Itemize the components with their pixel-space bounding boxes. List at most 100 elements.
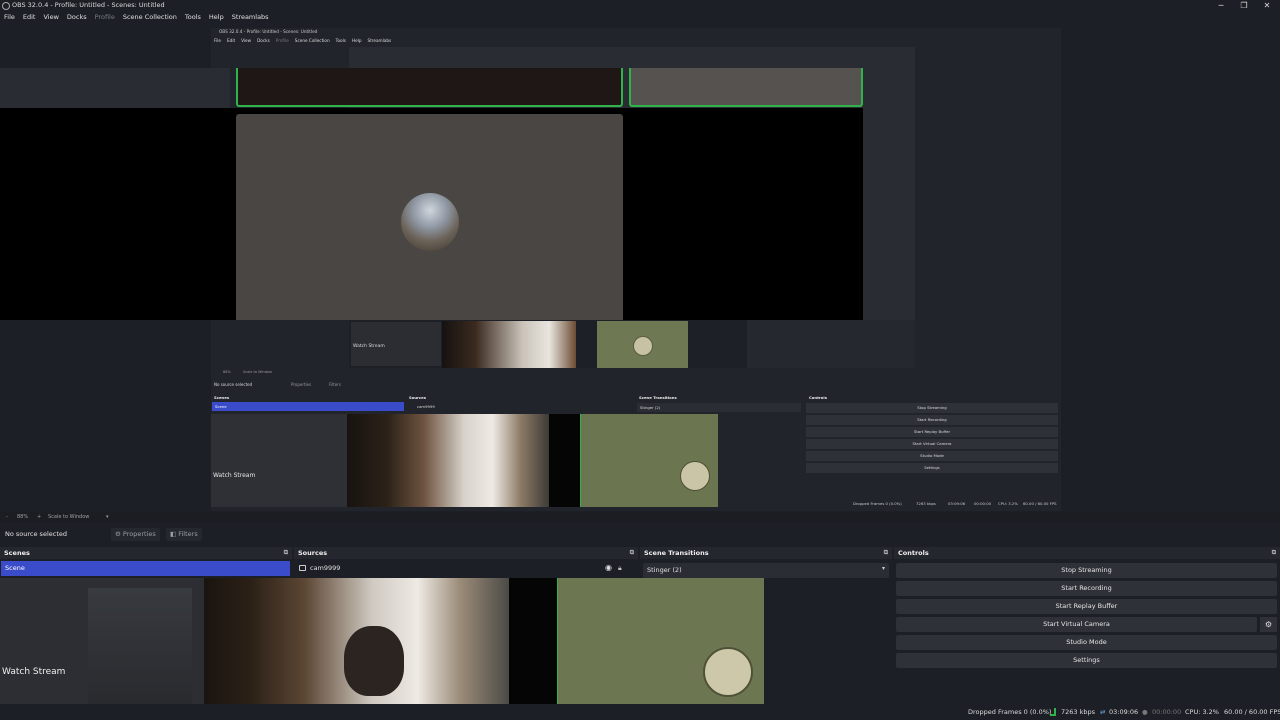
nested-cpu: CPU: 3.2% — [998, 501, 1018, 506]
fps: 60.00 / 60.00 FPS — [1224, 708, 1280, 716]
menu-file[interactable]: File — [0, 12, 19, 24]
undock-icon[interactable]: ⧉ — [630, 549, 634, 557]
zoom-in-button[interactable]: + — [37, 514, 41, 520]
preview-left-strip — [0, 68, 230, 108]
transitions-body — [764, 578, 894, 704]
undock-icon[interactable]: ⧉ — [884, 549, 888, 557]
minimize-button[interactable]: ─ — [1210, 0, 1232, 11]
nested-watch-stream-panel: Watch Stream — [211, 414, 347, 507]
nested-side-panel — [863, 280, 915, 320]
nested-watch-stream: Watch Stream — [351, 322, 441, 366]
scale-mode-dropdown[interactable]: Scale to Window — [48, 514, 89, 520]
visibility-eye-icon[interactable]: ◉ — [605, 563, 612, 572]
profile-avatar-circle — [401, 193, 459, 251]
nested-zoom-bar: 88% Scale to Window — [211, 368, 1061, 378]
properties-button[interactable]: ⚙ Properties — [111, 528, 160, 541]
nested-seal-logo-large — [680, 461, 710, 491]
status-bar: Dropped Frames 0 (0.0%) 7263 kbps ⇄ 03:0… — [0, 704, 1280, 720]
nested-watch-stream-overlay: Watch Stream — [213, 472, 256, 479]
nested-status-bar: Dropped Frames 0 (0.0%) 7263 kbps 03:09:… — [806, 500, 1061, 508]
undock-icon[interactable]: ⧉ — [284, 549, 288, 557]
transition-select[interactable]: Stinger (2) ▾ — [643, 563, 889, 578]
start-virtual-camera-button[interactable]: Start Virtual Camera — [896, 617, 1257, 632]
gear-icon: ⚙ — [115, 530, 123, 538]
menu-streamlabs[interactable]: Streamlabs — [228, 12, 273, 24]
chevron-down-icon: ▾ — [881, 565, 885, 572]
menu-view[interactable]: View — [39, 12, 62, 24]
dropped-frames: Dropped Frames 0 (0.0%) — [968, 708, 1052, 716]
nested-black-gap — [549, 414, 580, 507]
menu-profile[interactable]: Profile — [91, 12, 119, 24]
gear-icon[interactable]: ⚙ — [1260, 617, 1277, 632]
scene-list-item[interactable]: Scene — [1, 561, 290, 576]
nested-source-item: cam9999 — [407, 402, 633, 411]
nested-transition-pad — [718, 414, 806, 507]
nested-menu-file: File — [214, 38, 222, 43]
zoom-bar: - 88% + Scale to Window ▾ — [0, 512, 1280, 522]
start-recording-button[interactable]: Start Recording — [896, 581, 1277, 596]
menu-bar: File Edit View Docks Profile Scene Colle… — [0, 12, 1280, 24]
studio-mode-button[interactable]: Studio Mode — [896, 635, 1277, 650]
black-gap — [509, 578, 557, 720]
menu-help[interactable]: Help — [205, 12, 228, 24]
lock-icon[interactable]: 🔒︎ — [618, 564, 622, 573]
properties-label: Properties — [122, 530, 156, 538]
nested-sources-title: Sources — [409, 395, 427, 400]
nested-watch-stream-label: Watch Stream — [353, 344, 385, 349]
source-list-item[interactable]: cam9999 ◉ 🔒︎ — [296, 561, 636, 576]
nested-scenes-header: Scenes — [211, 394, 405, 401]
olive-source-panel — [557, 578, 764, 720]
sources-dock-header: Sources ⧉ — [294, 547, 638, 559]
signal-strength-icon — [1050, 708, 1056, 716]
nested-transition-select: Stinger (2) — [637, 403, 801, 412]
nested-zoom-level: 88% — [223, 370, 231, 374]
source-label: cam9999 — [310, 564, 341, 572]
nested-source-bar: No source selected Properties Filters — [211, 378, 1061, 392]
stream-status-icon: ⇄ — [1100, 708, 1106, 716]
bitrate: 7263 kbps — [1061, 708, 1096, 716]
chevron-down-icon[interactable]: ▾ — [106, 514, 109, 520]
nested-menu-docks: Docks — [257, 38, 270, 43]
nested-transition-label: Stinger (2) — [640, 405, 661, 410]
filter-icon: ◧ — [170, 530, 179, 538]
nested-webcam-large — [347, 414, 549, 507]
start-replay-buffer-button[interactable]: Start Replay Buffer — [896, 599, 1277, 614]
nested-kbps: 7263 kbps — [916, 501, 936, 506]
controls-dock-title: Controls — [898, 549, 929, 557]
nested-controls-title: Controls — [809, 395, 827, 400]
close-button[interactable]: ✕ — [1256, 0, 1278, 11]
watch-stream-panel: Watch Stream — [0, 578, 204, 720]
nested-menu-tools: Tools — [335, 38, 346, 43]
title-bar: OBS 32.0.4 - Profile: Untitled - Scenes:… — [0, 0, 1280, 12]
seal-logo — [703, 647, 753, 697]
settings-button[interactable]: Settings — [896, 653, 1277, 668]
dark-source-frame — [236, 68, 623, 107]
stop-streaming-button[interactable]: Stop Streaming — [896, 563, 1277, 578]
record-time: 00:00:00 — [1152, 708, 1182, 716]
zoom-level: 88% — [17, 514, 29, 520]
menu-edit[interactable]: Edit — [19, 12, 40, 24]
transition-label: Stinger (2) — [647, 566, 682, 574]
undock-icon[interactable]: ⧉ — [1272, 549, 1276, 557]
nested-properties: Properties — [291, 382, 312, 387]
restore-button[interactable]: ❐ — [1233, 0, 1255, 11]
scenes-dock-header: Scenes ⧉ — [0, 547, 292, 559]
nested-rec-time: 00:00:00 — [974, 501, 992, 506]
zoom-out-button[interactable]: - — [6, 514, 8, 520]
stream-time: 03:09:06 — [1109, 708, 1139, 716]
menu-scene-collection[interactable]: Scene Collection — [119, 12, 181, 24]
nested-start-replay-buffer: Start Replay Buffer — [806, 427, 1058, 437]
menu-tools[interactable]: Tools — [181, 12, 205, 24]
webcam-feed — [204, 578, 509, 720]
transitions-dock-title: Scene Transitions — [644, 549, 709, 557]
nested-start-virtual-camera: Start Virtual Camera — [806, 439, 1058, 449]
nested-fps: 60.00 / 60.00 FPS — [1023, 501, 1057, 506]
nested-menu-profile: Profile — [275, 38, 289, 43]
menu-docks[interactable]: Docks — [63, 12, 91, 24]
nested-control-buttons: Stop Streaming Start Recording Start Rep… — [806, 403, 1058, 475]
nested-menu-view: View — [241, 38, 252, 43]
nested-olive-panel — [597, 321, 688, 368]
source-toolbar: No source selected ⚙ Properties ◧ Filter… — [0, 524, 1280, 544]
nested-scale-mode: Scale to Window — [243, 370, 272, 374]
filters-button[interactable]: ◧ Filters — [166, 528, 202, 541]
